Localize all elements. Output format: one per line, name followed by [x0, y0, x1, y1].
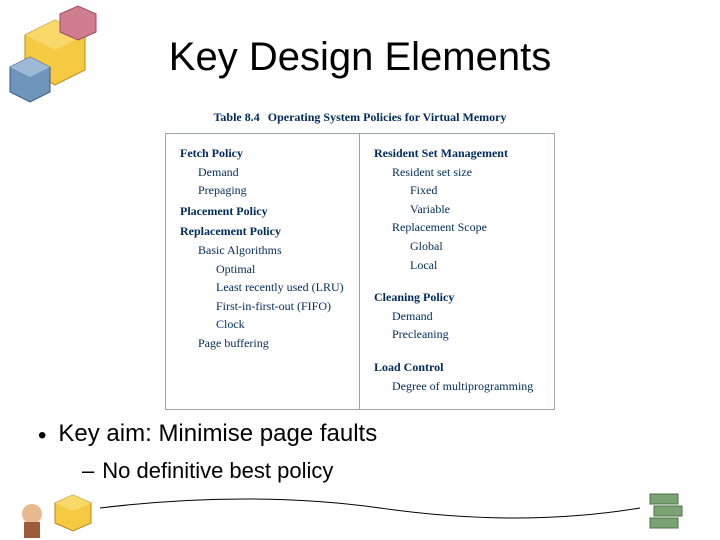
table-item: Fixed	[374, 181, 540, 200]
replacement-scope-label: Replacement Scope	[374, 218, 540, 237]
bullet-dot-icon: •	[38, 424, 46, 448]
table-caption: Table 8.4 Operating System Policies for V…	[165, 110, 555, 125]
table-caption-text: Operating System Policies for Virtual Me…	[268, 110, 507, 124]
table-item: Demand	[374, 307, 540, 326]
bullet-main: • Key aim: Minimise page faults	[38, 420, 377, 448]
resident-set-heading: Resident Set Management	[374, 144, 540, 163]
placement-policy-heading: Placement Policy	[180, 202, 345, 221]
replacement-policy-heading: Replacement Policy	[180, 222, 345, 241]
cleaning-policy-heading: Cleaning Policy	[374, 288, 540, 307]
slide-title: Key Design Elements	[0, 35, 720, 80]
bottom-decoration	[0, 470, 720, 540]
table-item: Variable	[374, 200, 540, 219]
load-control-heading: Load Control	[374, 358, 540, 377]
table-item: Optimal	[180, 260, 345, 279]
table-item: Page buffering	[180, 334, 345, 353]
table-item: Least recently used (LRU)	[180, 278, 345, 297]
resident-set-size-label: Resident set size	[374, 163, 540, 182]
bullet-main-text: Key aim: Minimise page faults	[58, 420, 377, 448]
table-item: First-in-first-out (FIFO)	[180, 297, 345, 316]
policy-table: Fetch Policy Demand Prepaging Placement …	[165, 133, 555, 410]
table-left-column: Fetch Policy Demand Prepaging Placement …	[166, 134, 360, 409]
table-item: Precleaning	[374, 325, 540, 344]
table-right-column: Resident Set Management Resident set siz…	[360, 134, 554, 409]
table-item: Local	[374, 256, 540, 275]
table-item: Prepaging	[180, 181, 345, 200]
table-item: Global	[374, 237, 540, 256]
basic-algorithms-label: Basic Algorithms	[180, 241, 345, 260]
table-item: Demand	[180, 163, 345, 182]
fetch-policy-heading: Fetch Policy	[180, 144, 345, 163]
table-item: Clock	[180, 315, 345, 334]
policy-table-container: Table 8.4 Operating System Policies for V…	[165, 110, 555, 410]
table-number: Table 8.4	[214, 110, 260, 124]
table-item: Degree of multiprogramming	[374, 377, 540, 396]
